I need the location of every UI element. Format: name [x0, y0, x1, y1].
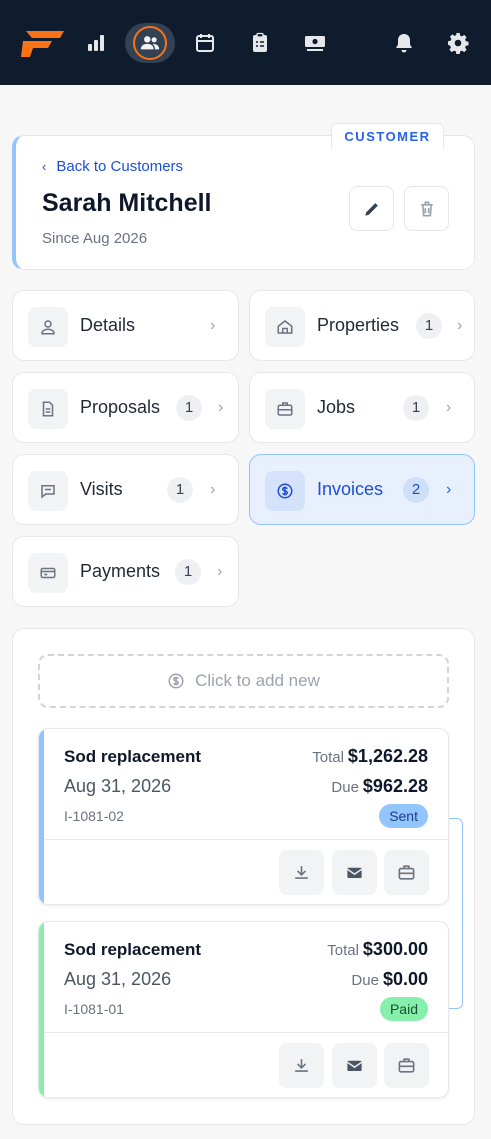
count-badge: 1	[403, 395, 429, 421]
reports-icon[interactable]	[76, 23, 116, 63]
status-badge: Sent	[379, 804, 428, 828]
email-button[interactable]	[332, 850, 377, 895]
status-badge: Paid	[379, 997, 428, 1021]
tile-visits[interactable]: Visits 1 ›	[12, 454, 239, 525]
chevron-right-icon: ›	[210, 481, 216, 498]
invoice-number: I-1081-02	[64, 808, 124, 824]
count-badge: 1	[175, 559, 201, 585]
invoice-total: Total $300.00	[327, 939, 428, 960]
invoice-accent-bar	[39, 922, 44, 1097]
tile-invoices[interactable]: Invoices 2 ›	[249, 454, 475, 525]
tile-label: Invoices	[317, 479, 384, 499]
card-divider	[44, 1032, 448, 1033]
count-badge: 1	[416, 313, 442, 339]
home-icon	[265, 307, 305, 347]
count-badge: 1	[176, 395, 202, 421]
chevron-right-icon: ›	[217, 563, 223, 580]
calendar-icon[interactable]	[185, 23, 225, 63]
chevron-left-icon: ‹	[42, 159, 47, 174]
tile-label: Details	[80, 315, 136, 335]
card-divider	[44, 839, 448, 840]
invoice-due: Due $962.28	[331, 776, 428, 797]
due-label: Due	[351, 972, 379, 989]
customers-active-ring	[133, 26, 167, 60]
briefcase-icon	[398, 865, 415, 880]
invoice-link-connector	[449, 818, 463, 1009]
mail-icon	[346, 867, 363, 879]
total-value: $300.00	[362, 939, 428, 959]
tile-details[interactable]: Details ›	[12, 290, 239, 361]
chevron-right-icon: ›	[210, 317, 216, 334]
clipboard-icon[interactable]	[240, 23, 280, 63]
customer-since: Since Aug 2026	[42, 230, 148, 247]
money-icon[interactable]	[295, 23, 335, 63]
customer-tag: CUSTOMER	[331, 123, 444, 149]
invoice-number: I-1081-01	[64, 1001, 124, 1017]
gear-icon[interactable]	[438, 23, 478, 63]
customer-name: Sarah Mitchell	[42, 189, 212, 217]
tile-payments[interactable]: Payments 1 ›	[12, 536, 239, 607]
total-value: $1,262.28	[347, 746, 428, 766]
add-new-label: Click to add new	[195, 671, 320, 690]
download-button[interactable]	[279, 850, 324, 895]
dollar-circle-icon	[168, 673, 184, 689]
tile-proposals[interactable]: Proposals 1 ›	[12, 372, 239, 443]
back-link-label: Back to Customers	[56, 158, 184, 175]
invoice-total: Total $1,262.28	[312, 746, 428, 767]
mail-icon	[346, 1060, 363, 1072]
due-value: $962.28	[362, 776, 428, 796]
due-label: Due	[331, 779, 359, 796]
invoice-card[interactable]: Sod replacement Aug 31, 2026 I-1081-02 T…	[38, 728, 449, 905]
download-icon	[295, 866, 308, 879]
customers-icon[interactable]	[125, 23, 175, 63]
delete-button[interactable]	[404, 186, 449, 231]
email-button[interactable]	[332, 1043, 377, 1088]
invoice-title: Sod replacement	[64, 940, 201, 959]
invoice-due: Due $0.00	[351, 969, 428, 990]
invoice-title: Sod replacement	[64, 747, 201, 766]
chevron-right-icon: ›	[446, 481, 452, 498]
download-button[interactable]	[279, 1043, 324, 1088]
due-value: $0.00	[382, 969, 428, 989]
top-navbar	[0, 0, 491, 85]
user-icon	[28, 307, 68, 347]
job-button[interactable]	[384, 850, 429, 895]
briefcase-icon	[398, 1058, 415, 1073]
invoice-date: Aug 31, 2026	[64, 969, 172, 989]
tile-label: Jobs	[317, 397, 356, 417]
trash-icon	[420, 201, 433, 216]
chevron-right-icon: ›	[446, 399, 452, 416]
chevron-right-icon: ›	[457, 317, 463, 334]
back-to-customers-link[interactable]: ‹ Back to Customers	[42, 158, 183, 175]
tile-label: Properties	[317, 315, 400, 335]
add-new-button[interactable]: Click to add new	[38, 654, 449, 708]
invoice-accent-bar	[39, 729, 44, 904]
invoice-card[interactable]: Sod replacement Aug 31, 2026 I-1081-01 T…	[38, 921, 449, 1098]
edit-button[interactable]	[349, 186, 394, 231]
tile-label: Visits	[80, 479, 123, 499]
total-label: Total	[312, 749, 344, 766]
pencil-icon	[364, 202, 378, 216]
chevron-right-icon: ›	[218, 399, 224, 416]
total-label: Total	[327, 942, 359, 959]
brand-logo[interactable]	[20, 27, 66, 59]
bell-icon[interactable]	[384, 23, 424, 63]
tile-label: Payments	[80, 561, 161, 581]
download-icon	[295, 1059, 308, 1072]
chat-icon	[28, 471, 68, 511]
count-badge: 2	[403, 477, 429, 503]
briefcase-icon	[265, 389, 305, 429]
tile-properties[interactable]: Properties 1 ›	[249, 290, 475, 361]
credit-card-icon	[28, 553, 68, 593]
invoice-date: Aug 31, 2026	[64, 776, 172, 796]
tile-jobs[interactable]: Jobs 1 ›	[249, 372, 475, 443]
count-badge: 1	[167, 477, 193, 503]
tile-label: Proposals	[80, 397, 161, 417]
job-button[interactable]	[384, 1043, 429, 1088]
document-icon	[28, 389, 68, 429]
dollar-circle-icon	[265, 471, 305, 511]
